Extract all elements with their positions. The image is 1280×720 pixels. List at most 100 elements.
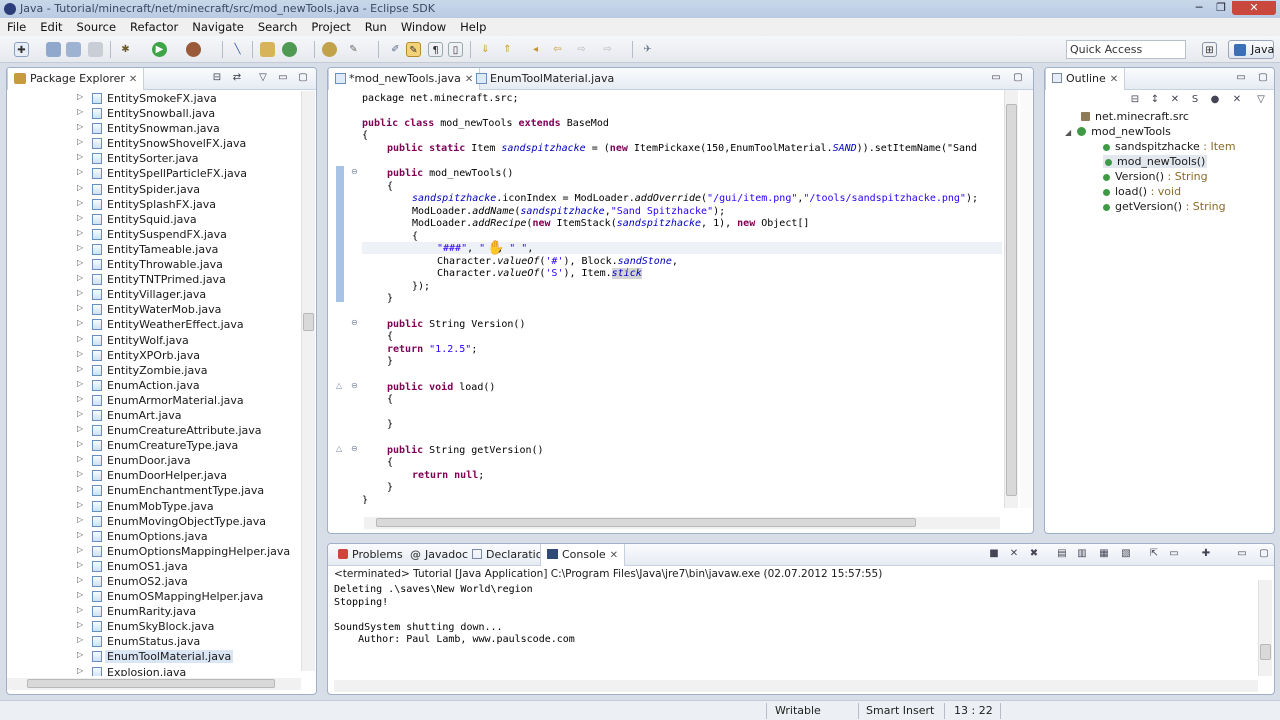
tab-mod-newtools[interactable]: *mod_newTools.java ✕ [328, 68, 481, 90]
print-icon[interactable] [88, 42, 103, 57]
package-tree-item[interactable]: ▷ EntityTNTPrimed.java [7, 272, 305, 287]
package-tree-item[interactable]: ▷ EnumArmorMaterial.java [7, 393, 305, 408]
scroll-lock-icon[interactable]: ▥ [1076, 548, 1088, 560]
expand-triangle-icon[interactable]: ▷ [77, 469, 83, 478]
minimize-button[interactable]: ─ [1188, 1, 1210, 15]
outline-item-package[interactable]: net.minecraft.src [1081, 110, 1189, 123]
expand-triangle-icon[interactable]: ▷ [77, 500, 83, 509]
scroll-thumb[interactable] [27, 679, 275, 688]
package-tree-item[interactable]: ▷ EntityThrowable.java [7, 257, 305, 272]
tab-package-explorer[interactable]: Package Explorer ✕ [7, 68, 145, 90]
expand-triangle-icon[interactable]: ▷ [77, 183, 83, 192]
expand-triangle-icon[interactable]: ▷ [77, 303, 83, 312]
expand-triangle-icon[interactable]: ▷ [77, 152, 83, 161]
open-perspective-icon[interactable]: ⊞ [1202, 42, 1217, 57]
show-on-stdout-icon[interactable]: ▦ [1098, 548, 1110, 560]
scroll-thumb[interactable] [376, 518, 916, 527]
word-wrap-icon[interactable]: ▯ [448, 42, 463, 57]
package-tree-item[interactable]: ▷ EnumDoor.java [7, 453, 305, 468]
remove-launch-icon[interactable]: ✕ [1008, 548, 1020, 560]
expand-triangle-icon[interactable]: ▷ [77, 620, 83, 629]
collapse-all-icon[interactable]: ⊟ [1129, 94, 1141, 106]
expand-triangle-icon[interactable]: ▷ [77, 107, 83, 116]
package-tree-item[interactable]: ▷ EnumAction.java [7, 378, 305, 393]
menu-project[interactable]: Project [304, 18, 357, 34]
package-tree-item[interactable]: ▷ EnumOS2.java [7, 574, 305, 589]
expand-triangle-icon[interactable]: ▷ [77, 213, 83, 222]
package-tree-item[interactable]: ▷ EnumCreatureAttribute.java [7, 423, 305, 438]
package-tree-item[interactable]: ▷ EnumRarity.java [7, 604, 305, 619]
scroll-thumb[interactable] [303, 313, 314, 331]
expand-triangle-icon[interactable]: ▷ [77, 560, 83, 569]
skip-breakpoints-icon[interactable]: ╲ [230, 42, 245, 57]
forward-arrow-icon[interactable]: ⇨ [574, 42, 589, 57]
next-annotation-icon[interactable]: ⇓ [478, 42, 493, 57]
package-tree-item[interactable]: ▷ EnumOSMappingHelper.java [7, 589, 305, 604]
expand-triangle-icon[interactable]: ▷ [77, 318, 83, 327]
package-tree-item[interactable]: ▷ EntitySnowball.java [7, 106, 305, 121]
expand-triangle-icon[interactable]: ▷ [77, 409, 83, 418]
expand-triangle-icon[interactable]: ▷ [77, 575, 83, 584]
expand-triangle-icon[interactable]: ▷ [77, 605, 83, 614]
tab-enumtoolmaterial[interactable]: EnumToolMaterial.java [470, 68, 620, 90]
menu-source[interactable]: Source [70, 18, 124, 34]
outline-item-class[interactable]: ◢ mod_newTools [1065, 125, 1171, 138]
hide-nonpublic-icon[interactable]: ● [1209, 94, 1221, 106]
minimize-view-icon[interactable]: ▭ [1236, 548, 1248, 560]
save-all-icon[interactable] [66, 42, 81, 57]
menu-refactor[interactable]: Refactor [123, 18, 185, 34]
expand-triangle-icon[interactable]: ▷ [77, 666, 83, 675]
tab-javadoc[interactable]: @ Javadoc [404, 544, 474, 566]
remove-all-launches-icon[interactable]: ✖ [1028, 548, 1040, 560]
clear-console-icon[interactable]: ▤ [1056, 548, 1068, 560]
last-edit-location-icon[interactable]: ◂ [528, 42, 543, 57]
maximize-view-icon[interactable]: ▢ [1012, 72, 1024, 84]
expand-triangle-icon[interactable]: ▷ [77, 454, 83, 463]
expand-triangle-icon[interactable]: ▷ [77, 484, 83, 493]
expand-triangle-icon[interactable]: ▷ [77, 530, 83, 539]
close-icon[interactable]: ✕ [129, 74, 137, 85]
editor-horizontal-scrollbar[interactable] [364, 517, 1000, 529]
save-icon[interactable] [46, 42, 61, 57]
new-file-icon[interactable]: ✚ [14, 42, 29, 57]
editor-vertical-scrollbar[interactable] [1004, 90, 1018, 508]
new-class-icon[interactable] [282, 42, 297, 57]
expand-triangle-icon[interactable]: ▷ [77, 349, 83, 358]
package-tree-item[interactable]: ▷ EntitySuspendFX.java [7, 227, 305, 242]
package-tree-item[interactable]: ▷ EntitySpellParticleFX.java [7, 166, 305, 181]
open-type-icon[interactable] [322, 42, 337, 57]
terminate-icon[interactable]: ■ [988, 548, 1000, 560]
menu-navigate[interactable]: Navigate [185, 18, 251, 34]
display-console-icon[interactable]: ▭ [1168, 548, 1180, 560]
external-tools-icon[interactable] [186, 42, 201, 57]
code-editor[interactable]: package net.minecraft.src; public class … [344, 90, 1000, 504]
expand-triangle-icon[interactable]: ▷ [77, 243, 83, 252]
package-tree-item[interactable]: ▷ EntitySmokeFX.java [7, 91, 305, 106]
close-window-button[interactable]: ✕ [1232, 1, 1276, 15]
show-whitespace-icon[interactable]: ¶ [428, 42, 443, 57]
maximize-view-icon[interactable]: ▢ [297, 72, 309, 84]
view-menu-icon[interactable]: ▽ [257, 72, 269, 84]
package-tree-item[interactable]: ▷ EntityVillager.java [7, 287, 305, 302]
minimize-view-icon[interactable]: ▭ [277, 72, 289, 84]
minimize-view-icon[interactable]: ▭ [990, 72, 1002, 84]
expand-triangle-icon[interactable]: ▷ [77, 92, 83, 101]
package-tree-item[interactable]: ▷ EntityZombie.java [7, 363, 305, 378]
package-tree-item[interactable]: ▷ EnumCreatureType.java [7, 438, 305, 453]
expand-triangle-icon[interactable]: ▷ [77, 228, 83, 237]
new-package-icon[interactable] [260, 42, 275, 57]
expand-triangle-icon[interactable]: ▷ [77, 122, 83, 131]
package-tree-item[interactable]: ▷ EntityTameable.java [7, 242, 305, 257]
package-tree-item[interactable]: ▷ EnumStatus.java [7, 634, 305, 649]
toggle-mark-occurrences-icon[interactable]: ✐ [388, 42, 403, 57]
tab-problems[interactable]: Problems [332, 544, 409, 566]
view-menu-icon[interactable]: ▽ [1255, 94, 1267, 106]
show-on-stderr-icon[interactable]: ▧ [1120, 548, 1132, 560]
console-horizontal-scrollbar[interactable] [334, 680, 1258, 692]
menu-search[interactable]: Search [251, 18, 305, 34]
open-console-icon[interactable]: ✚ [1200, 548, 1212, 560]
expand-triangle-icon[interactable]: ▷ [77, 334, 83, 343]
minimize-view-icon[interactable]: ▭ [1235, 72, 1247, 84]
java-perspective-button[interactable]: Java [1228, 40, 1274, 59]
expand-triangle-icon[interactable]: ▷ [77, 635, 83, 644]
